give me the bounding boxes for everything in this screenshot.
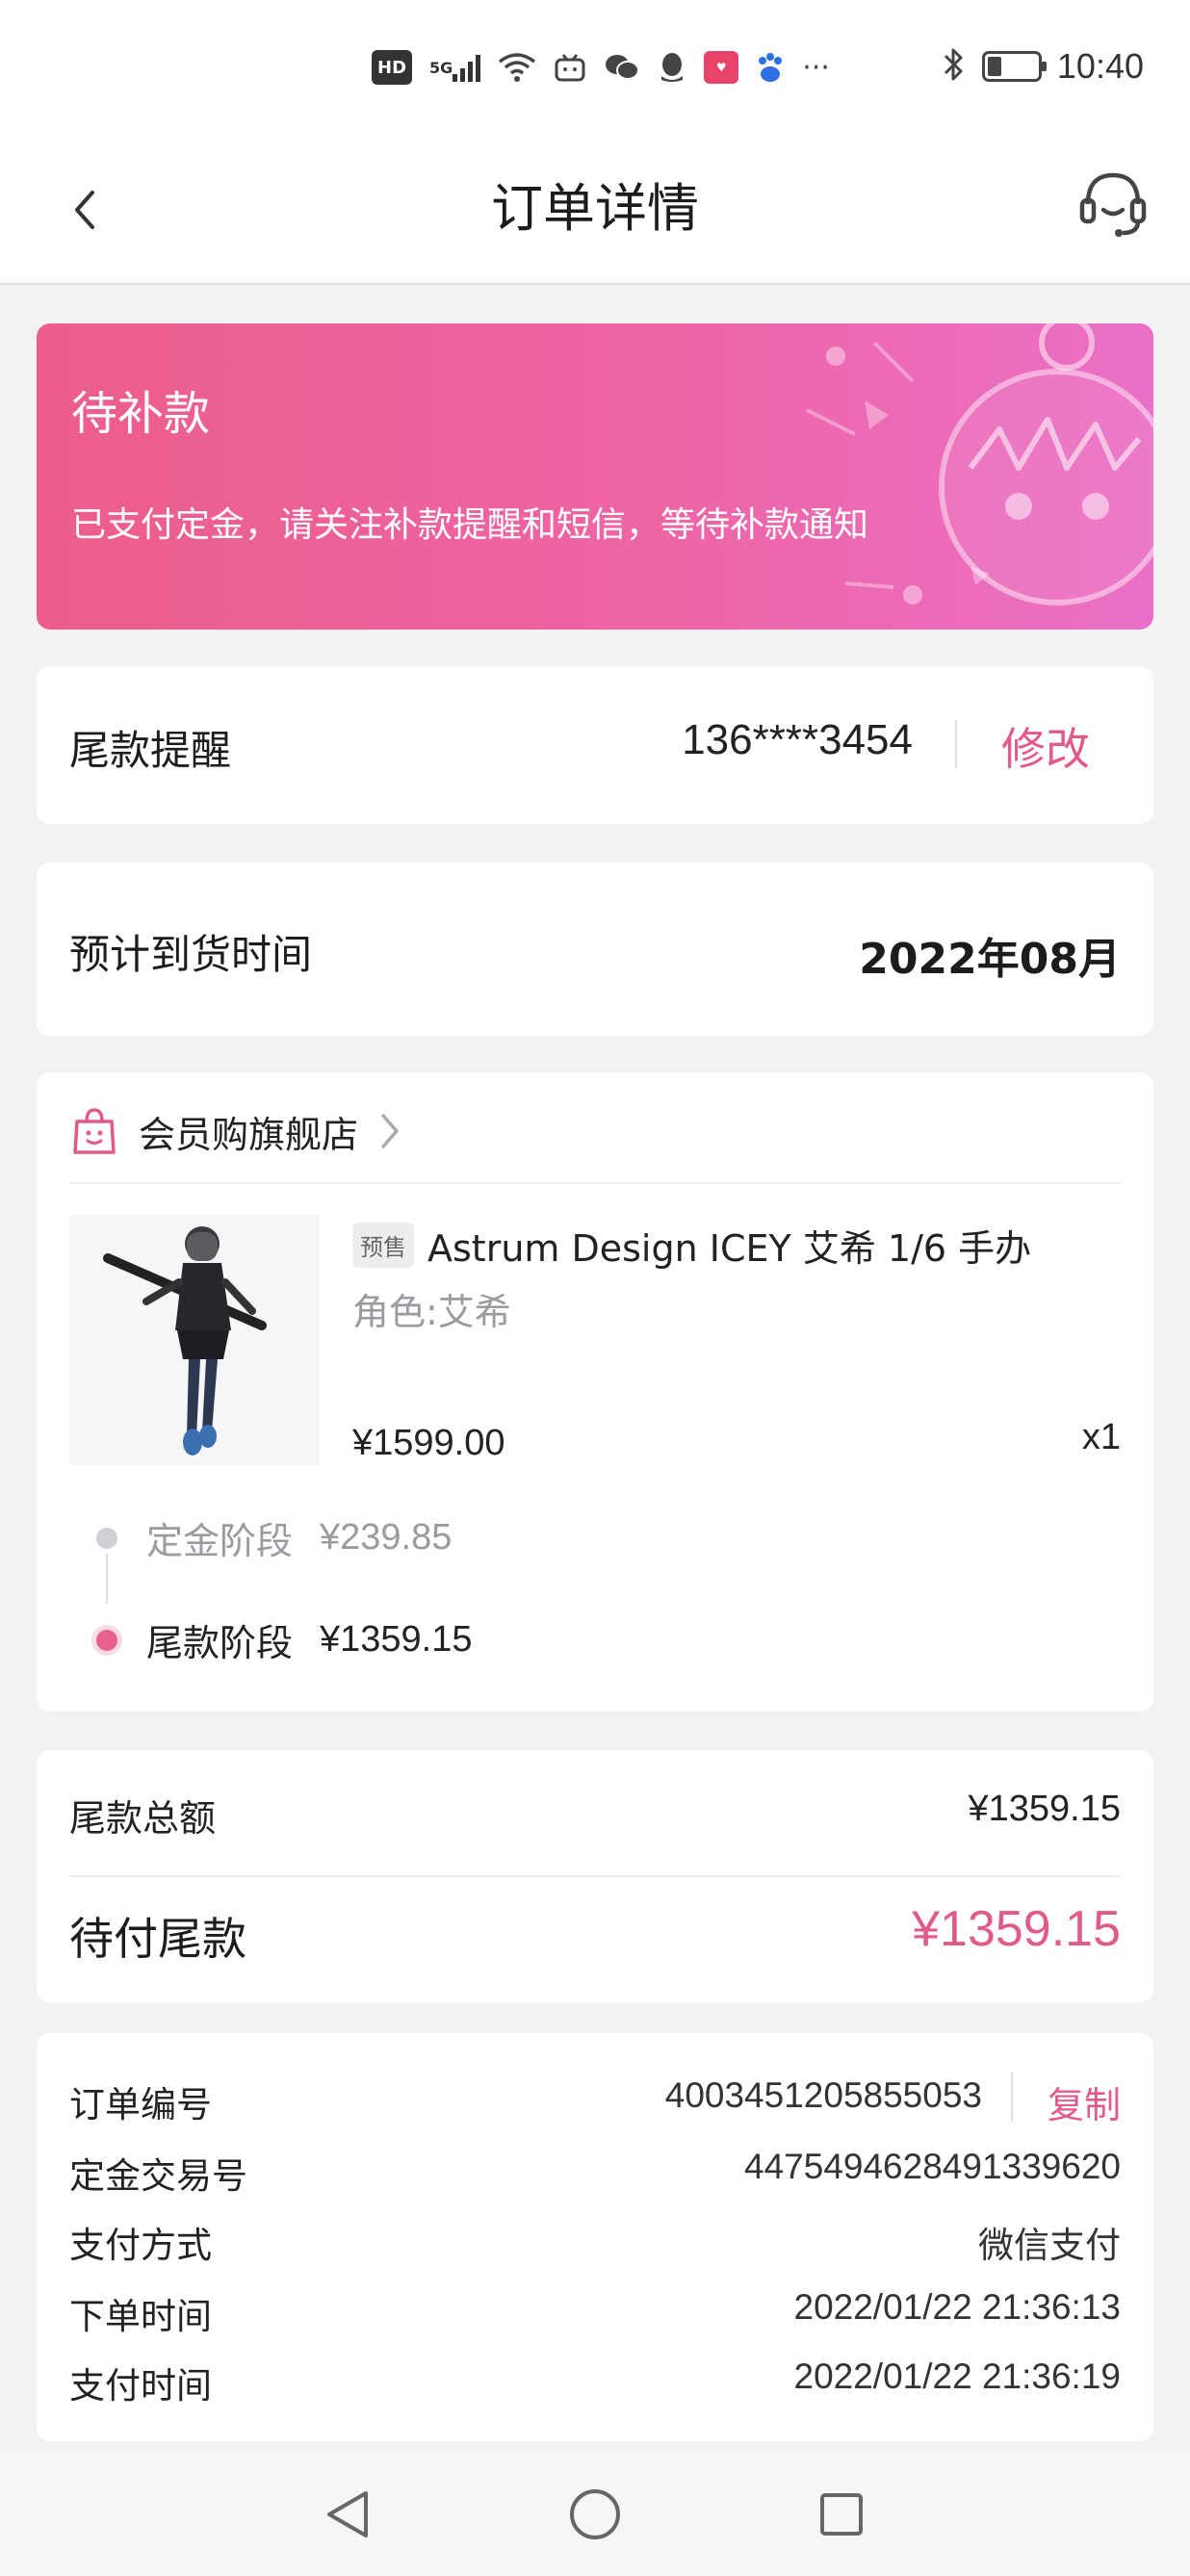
system-navigation-bar bbox=[0, 2451, 1190, 2576]
customer-service-button[interactable] bbox=[1074, 164, 1151, 241]
battery-icon bbox=[981, 51, 1047, 82]
arrival-value: 2022年08月 bbox=[859, 935, 1121, 984]
qq-icon bbox=[658, 50, 686, 85]
store-link[interactable]: 会员购旗舰店 bbox=[69, 1097, 402, 1165]
figure-image bbox=[69, 1215, 320, 1465]
stage-balance: 尾款阶段 ¥1359.15 bbox=[96, 1613, 473, 1666]
product-image[interactable] bbox=[69, 1215, 320, 1465]
arrival-label: 预计到货时间 bbox=[69, 931, 313, 978]
pending-balance-label: 待付尾款 bbox=[69, 1913, 246, 1965]
reminder-label: 尾款提醒 bbox=[69, 727, 232, 774]
divider bbox=[1011, 2072, 1013, 2122]
product-title: Astrum Design ICEY 艾希 1/6 手办 bbox=[427, 1227, 1032, 1270]
nav-bar: 订单详情 bbox=[0, 135, 1190, 285]
more-icon: ··· bbox=[802, 50, 830, 85]
order-time-value: 2022/01/22 21:36:13 bbox=[793, 2287, 1122, 2327]
payment-method-value: 微信支付 bbox=[978, 2225, 1121, 2266]
shopping-bag-icon bbox=[73, 1108, 116, 1154]
circle-home-icon bbox=[570, 2489, 620, 2539]
stage-name: 尾款阶段 bbox=[146, 1622, 294, 1664]
payment-time-label: 支付时间 bbox=[69, 2365, 212, 2407]
pending-balance-value: ¥1359.15 bbox=[912, 1901, 1121, 1957]
total-balance-label: 尾款总额 bbox=[69, 1797, 217, 1840]
deposit-txn-value: 4475494628491339620 bbox=[744, 2147, 1121, 2186]
wifi-icon bbox=[498, 50, 536, 85]
status-bar: HD 5G ♥ ··· 10:40 bbox=[0, 0, 1190, 135]
presale-badge: 预售 bbox=[352, 1223, 414, 1268]
stage-name: 定金阶段 bbox=[146, 1520, 294, 1562]
product-price: ¥1599.00 bbox=[352, 1423, 505, 1463]
stage-deposit: 定金阶段 ¥239.85 bbox=[96, 1511, 452, 1564]
baidu-icon bbox=[756, 50, 785, 85]
bluetooth-icon bbox=[942, 45, 967, 88]
payment-time-value: 2022/01/22 21:36:19 bbox=[793, 2357, 1122, 2396]
customer-service-icon bbox=[1079, 172, 1147, 237]
reminder-phone: 136****3454 bbox=[682, 716, 913, 763]
status-description: 已支付定金，请关注补款提醒和短信，等待补款通知 bbox=[71, 505, 869, 545]
status-title: 待补款 bbox=[71, 387, 211, 441]
divider bbox=[69, 1182, 1121, 1184]
app-icon: ♥ bbox=[704, 51, 739, 84]
total-balance-value: ¥1359.15 bbox=[968, 1789, 1122, 1829]
product-title-row[interactable]: 预售 Astrum Design ICEY 艾希 1/6 手办 bbox=[352, 1219, 1031, 1272]
product-quantity: x1 bbox=[1081, 1417, 1121, 1457]
product-attribute: 角色:艾希 bbox=[352, 1291, 511, 1333]
stage-amount: ¥239.85 bbox=[320, 1517, 453, 1558]
store-name: 会员购旗舰店 bbox=[139, 1113, 359, 1156]
divider bbox=[955, 720, 957, 768]
order-time-label: 下单时间 bbox=[69, 2296, 212, 2337]
order-info-card: 订单编号 4003451205855053 复制 定金交易号 447549462… bbox=[37, 2033, 1153, 2441]
page-title: 订单详情 bbox=[491, 178, 699, 239]
modify-phone-button[interactable]: 修改 bbox=[1001, 714, 1090, 778]
stage-dot-active bbox=[96, 1629, 117, 1651]
system-back-button[interactable] bbox=[316, 2484, 377, 2545]
signal-icon: 5G bbox=[429, 50, 481, 85]
product-card: 会员购旗舰店 预售 Astrum Design ICEY 艾希 1/6 手办 角… bbox=[37, 1072, 1153, 1712]
stage-amount: ¥1359.15 bbox=[320, 1619, 473, 1660]
network-type-label: 5G bbox=[429, 58, 453, 77]
status-right: 10:40 bbox=[942, 42, 1144, 90]
stage-connector bbox=[106, 1554, 108, 1604]
payment-method-label: 支付方式 bbox=[69, 2225, 212, 2266]
hd-icon: HD bbox=[372, 50, 413, 85]
status-icons: HD 5G ♥ ··· bbox=[372, 46, 830, 89]
square-recents-icon bbox=[820, 2493, 863, 2536]
system-home-button[interactable] bbox=[564, 2484, 626, 2545]
triangle-back-icon bbox=[327, 2491, 368, 2537]
arrival-card: 预计到货时间 2022年08月 bbox=[37, 863, 1153, 1036]
order-number-value: 4003451205855053 bbox=[664, 2075, 982, 2115]
order-number-label: 订单编号 bbox=[69, 2084, 212, 2125]
order-status-banner: 待补款 已支付定金，请关注补款提醒和短信，等待补款通知 bbox=[37, 323, 1153, 630]
mascot-decoration bbox=[806, 323, 1153, 605]
system-recents-button[interactable] bbox=[811, 2484, 872, 2545]
chevron-right-icon bbox=[381, 1114, 399, 1148]
divider bbox=[69, 1875, 1121, 1877]
deposit-txn-label: 定金交易号 bbox=[69, 2155, 247, 2197]
stage-dot bbox=[96, 1527, 117, 1549]
copy-order-number-button[interactable]: 复制 bbox=[1048, 2075, 1121, 2128]
bilibili-icon bbox=[554, 50, 586, 85]
wechat-icon bbox=[604, 50, 640, 85]
balance-reminder-card: 尾款提醒 136****3454 修改 bbox=[37, 666, 1153, 824]
payment-summary-card: 尾款总额 ¥1359.15 待付尾款 ¥1359.15 bbox=[37, 1750, 1153, 2002]
clock: 10:40 bbox=[1056, 46, 1144, 86]
